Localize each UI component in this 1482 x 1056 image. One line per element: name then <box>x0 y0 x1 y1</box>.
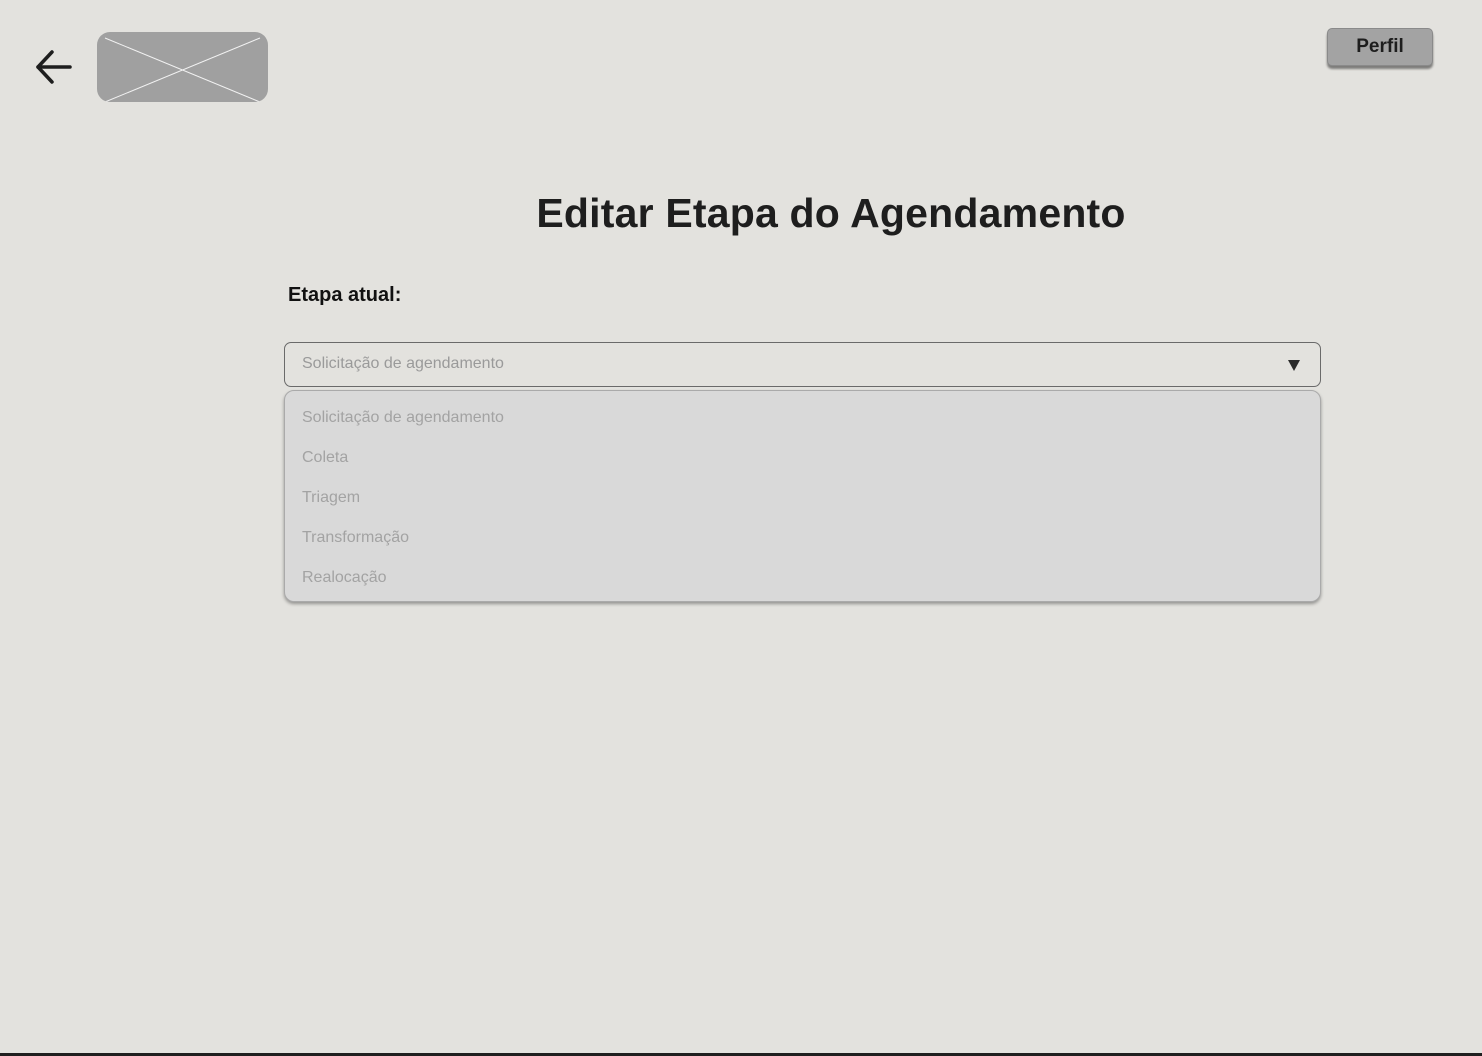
triangle-down-icon <box>1288 360 1300 371</box>
logo-placeholder <box>97 32 268 102</box>
arrow-left-icon <box>36 50 72 84</box>
dropdown-option-solicitacao[interactable]: Solicitação de agendamento <box>302 409 504 433</box>
stage-select[interactable]: Solicitação de agendamento <box>284 342 1321 387</box>
dropdown-option-realocacao[interactable]: Realocação <box>302 569 387 593</box>
page-title: Editar Etapa do Agendamento <box>536 190 1126 236</box>
select-value: Solicitação de agendamento <box>302 355 504 372</box>
image-placeholder-icon <box>104 37 261 102</box>
dropdown-option-coleta[interactable]: Coleta <box>302 449 348 473</box>
dropdown-option-transformacao[interactable]: Transformação <box>302 529 409 553</box>
field-label: Etapa atual: <box>288 284 402 306</box>
profile-button[interactable]: Perfil <box>1327 28 1433 66</box>
stage-dropdown-list: Solicitação de agendamento Coleta Triage… <box>284 390 1321 602</box>
back-button[interactable] <box>33 47 75 87</box>
dropdown-option-triagem[interactable]: Triagem <box>302 489 360 513</box>
